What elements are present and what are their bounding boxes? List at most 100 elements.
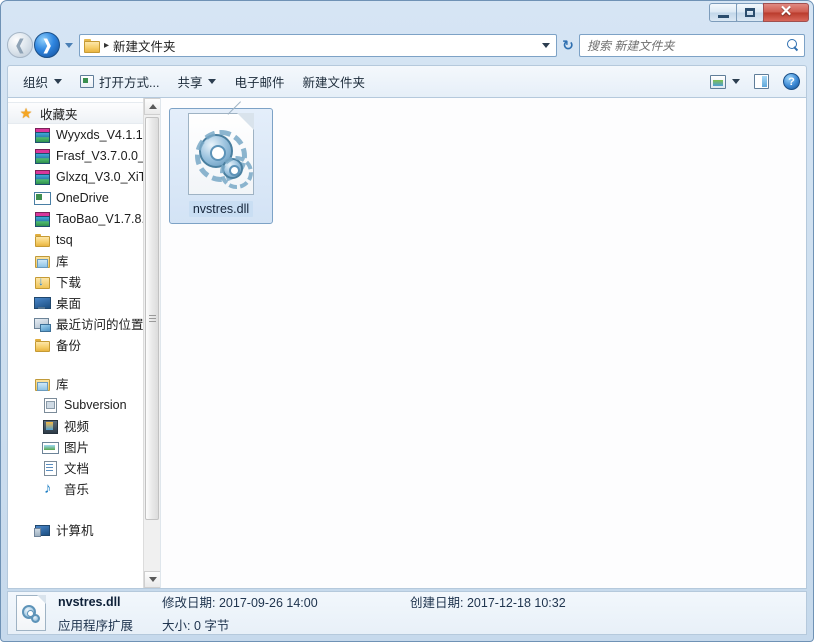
address-bar[interactable]: ▸ 新建文件夹 xyxy=(79,33,557,57)
sidebar-scrollbar[interactable] xyxy=(143,98,160,588)
details-row-secondary: 应用程序扩展 大小: 0 字节 xyxy=(58,615,566,634)
chevron-up-icon xyxy=(148,104,157,109)
recent-pages-button[interactable] xyxy=(62,34,76,56)
breadcrumb-current-folder[interactable]: 新建文件夹 xyxy=(113,36,176,55)
sidebar-item-videos[interactable]: 视频 xyxy=(8,415,160,436)
sidebar-item-label: 备份 xyxy=(56,339,82,353)
archive-icon xyxy=(34,169,50,185)
sidebar-item-desktop[interactable]: 桌面 xyxy=(8,292,160,313)
computer-icon xyxy=(34,522,50,538)
change-view-icon[interactable] xyxy=(710,74,726,89)
forward-button[interactable]: ❱ xyxy=(34,32,60,58)
search-icon xyxy=(787,38,800,52)
sidebar-item-music[interactable]: 音乐 xyxy=(8,478,160,499)
sidebar-item-tsq[interactable]: tsq xyxy=(8,229,160,250)
details-columns: nvstres.dll 修改日期: 2017-09-26 14:00 创建日期:… xyxy=(58,592,566,634)
maximize-button[interactable] xyxy=(736,3,764,22)
sidebar-item-wyyxds[interactable]: Wyyxds_V4.1.1. xyxy=(8,124,160,145)
desktop-icon xyxy=(34,295,51,311)
chevron-down-icon xyxy=(65,42,73,48)
details-created: 创建日期: 2017-12-18 10:32 xyxy=(410,592,566,611)
search-input[interactable]: 搜索 新建文件夹 xyxy=(587,37,787,54)
sidebar-item-recent-places[interactable]: 最近访问的位置 xyxy=(8,313,160,334)
navigation-bar: ❰ ❱ ▸ 新建文件夹 ↻ 搜索 新建文件夹 xyxy=(1,29,813,61)
scroll-up-button[interactable] xyxy=(144,98,160,115)
open-with-button[interactable]: 打开方式... xyxy=(71,70,168,94)
onedrive-icon xyxy=(34,190,51,206)
email-label: 电子邮件 xyxy=(234,76,285,90)
sidebar-item-frasf[interactable]: Frasf_V3.7.0.0_X xyxy=(8,145,160,166)
back-button[interactable]: ❰ xyxy=(7,32,33,58)
sidebar-item-label: Wyyxds_V4.1.1. xyxy=(56,127,147,142)
video-icon xyxy=(42,418,58,434)
details-file-name: nvstres.dll xyxy=(58,594,121,609)
sidebar-item-pictures[interactable]: 图片 xyxy=(8,436,160,457)
details-created-value: 2017-12-18 10:32 xyxy=(466,596,566,610)
scroll-down-button[interactable] xyxy=(144,571,160,588)
new-folder-button[interactable]: 新建文件夹 xyxy=(293,70,374,94)
refresh-button[interactable]: ↻ xyxy=(557,34,579,57)
sidebar-item-taobao[interactable]: TaoBao_V1.7.8. xyxy=(8,208,160,229)
star-icon xyxy=(18,105,34,121)
organize-button[interactable]: 组织 xyxy=(14,70,71,94)
address-dropdown-button[interactable] xyxy=(538,35,554,56)
share-button[interactable]: 共享 xyxy=(168,70,225,94)
details-row-primary: nvstres.dll 修改日期: 2017-09-26 14:00 创建日期:… xyxy=(58,592,566,611)
sidebar-item-onedrive[interactable]: OneDrive xyxy=(8,187,160,208)
gear-small-icon xyxy=(31,614,40,623)
folder-icon xyxy=(84,38,100,53)
preview-pane-icon[interactable] xyxy=(754,74,769,89)
sidebar-item-label: Glxzq_V3.0_XiTo xyxy=(56,169,152,184)
folder-icon xyxy=(34,232,50,248)
forward-arrow-icon: ❱ xyxy=(40,36,54,54)
sidebar-item-label: tsq xyxy=(56,232,73,247)
sidebar-item-label: 视频 xyxy=(64,420,90,434)
archive-icon xyxy=(34,127,50,143)
sidebar-group-libraries[interactable]: 库 xyxy=(8,373,160,394)
sidebar-item-glxzq[interactable]: Glxzq_V3.0_XiTo xyxy=(8,166,160,187)
navigation-pane[interactable]: 收藏夹 Wyyxds_V4.1.1. Frasf_V3.7.0.0_X Glxz… xyxy=(8,98,160,588)
sidebar-item-backup[interactable]: 备份 xyxy=(8,334,160,355)
sidebar-item-label: 音乐 xyxy=(64,483,90,497)
sidebar-group-computer[interactable]: 计算机 xyxy=(8,519,160,540)
folder-icon xyxy=(34,337,50,353)
explorer-body: 收藏夹 Wyyxds_V4.1.1. Frasf_V3.7.0.0_X Glxz… xyxy=(7,97,807,589)
sidebar-group-label: 计算机 xyxy=(56,524,94,538)
sidebar-item-downloads[interactable]: 下载 xyxy=(8,271,160,292)
sidebar-item-label: TaoBao_V1.7.8. xyxy=(56,211,145,226)
new-folder-label: 新建文件夹 xyxy=(302,76,365,90)
details-modified-value: 2017-09-26 14:00 xyxy=(218,596,318,610)
file-item-nvstres-dll[interactable]: nvstres.dll xyxy=(169,101,273,224)
close-button[interactable]: ✕ xyxy=(763,3,809,22)
email-button[interactable]: 电子邮件 xyxy=(225,70,293,94)
sidebar-item-library-fav[interactable]: 库 xyxy=(8,250,160,271)
subversion-icon xyxy=(42,397,58,413)
sidebar-group-label: 库 xyxy=(56,378,69,392)
documents-icon xyxy=(42,460,58,476)
sidebar-item-label: 最近访问的位置 xyxy=(56,318,144,332)
refresh-icon: ↻ xyxy=(562,36,574,53)
minimize-icon xyxy=(717,14,729,18)
minimize-button[interactable] xyxy=(709,3,737,22)
chevron-down-icon xyxy=(208,79,217,84)
sidebar-item-label: 下载 xyxy=(56,276,82,290)
explorer-window: ✕ ❰ ❱ ▸ 新建文件夹 ↻ 搜索 新建文件夹 组织 打开方式... 共享 电… xyxy=(0,0,814,642)
sidebar-item-label: OneDrive xyxy=(56,190,109,205)
file-list-pane[interactable]: nvstres.dll xyxy=(161,98,806,588)
title-bar: ✕ xyxy=(1,1,813,27)
sidebar-item-documents[interactable]: 文档 xyxy=(8,457,160,478)
back-arrow-icon: ❰ xyxy=(13,36,27,54)
sidebar-item-label: 库 xyxy=(56,255,69,269)
share-label: 共享 xyxy=(177,76,203,90)
help-icon[interactable]: ? xyxy=(783,73,800,90)
maximize-icon xyxy=(745,8,755,17)
search-box[interactable]: 搜索 新建文件夹 xyxy=(579,33,805,57)
grip-icon xyxy=(148,315,156,322)
scrollbar-thumb[interactable] xyxy=(145,117,159,520)
details-size: 大小: 0 字节 xyxy=(162,615,410,634)
chevron-down-icon xyxy=(542,42,550,48)
sidebar-group-favorites[interactable]: 收藏夹 xyxy=(8,102,160,124)
sidebar-item-subversion[interactable]: Subversion xyxy=(8,394,160,415)
chevron-down-icon[interactable] xyxy=(732,79,740,84)
